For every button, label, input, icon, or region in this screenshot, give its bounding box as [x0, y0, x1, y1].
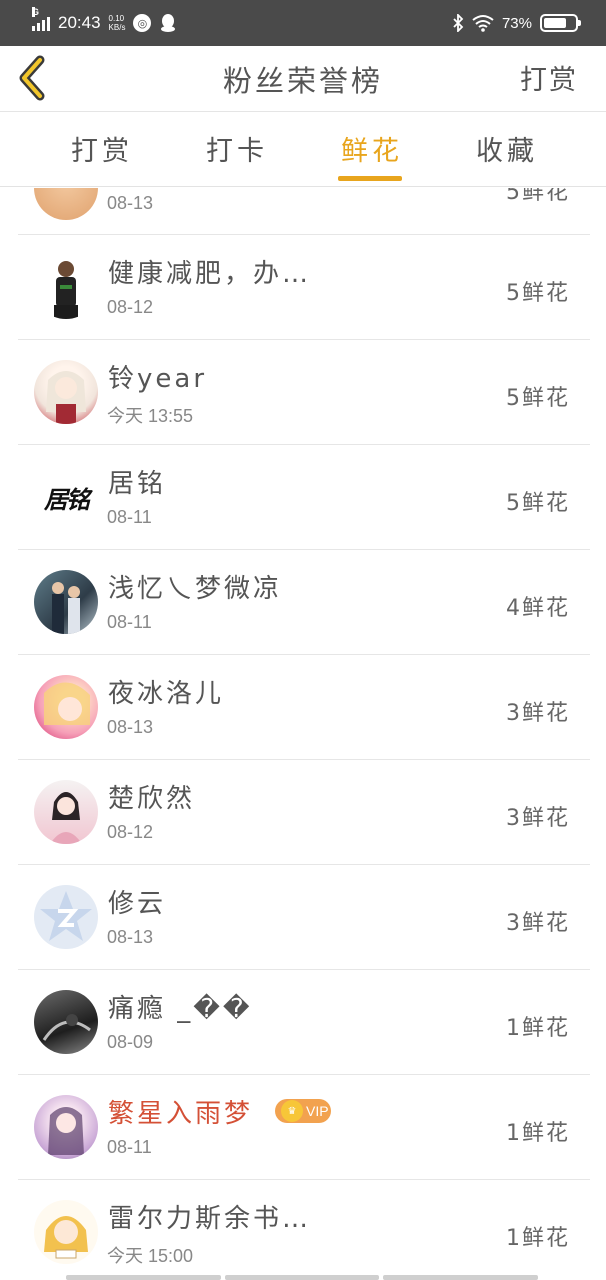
item-date: 08-13	[107, 193, 154, 213]
avatar	[34, 780, 98, 844]
list-item[interactable]: 楚欣然 08-12 3鲜花	[18, 760, 590, 865]
list-item[interactable]: 繁星入雨梦 ♛ VIP 08-11 1鲜花	[18, 1075, 590, 1180]
tab-checkin[interactable]: 打卡	[187, 129, 287, 168]
flower-count: 3鲜花	[506, 806, 570, 831]
clock: 20:43	[58, 13, 101, 32]
default-avatar-icon	[40, 891, 92, 941]
item-date: 今天 13:55	[107, 406, 194, 426]
avatar: 居铭	[34, 465, 98, 529]
item-date: 08-11	[107, 1137, 152, 1157]
flower-count: 4鲜花	[506, 596, 570, 621]
app-notification-icon: ◎	[133, 14, 152, 32]
list-item[interactable]: 铃year 今天 13:55 5鲜花	[18, 340, 590, 445]
item-date: 08-11	[107, 507, 152, 527]
flower-count: 1鲜花	[506, 1016, 570, 1041]
avatar	[34, 885, 98, 949]
avatar	[34, 1095, 98, 1159]
status-bar: G 20:43 0.10 KB/s ◎ 73%	[0, 0, 606, 46]
crown-icon: ♛	[281, 1100, 303, 1122]
avatar	[34, 570, 98, 634]
battery-percent: 73%	[501, 14, 532, 32]
avatar	[34, 1200, 98, 1264]
list-item[interactable]: 痛瘾 _�� 08-09 1鲜花	[18, 970, 590, 1075]
avatar	[34, 360, 98, 424]
list-item[interactable]: 雷尔力斯余书… 今天 15:00 1鲜花	[18, 1180, 590, 1280]
user-name: 夜冰洛儿	[108, 679, 225, 709]
list-item[interactable]: 健康减肥，办… 08-12 5鲜花	[18, 235, 590, 340]
tab-favorites[interactable]: 收藏	[457, 129, 557, 168]
item-date: 08-13	[107, 717, 154, 737]
signal-icon: G	[32, 7, 50, 31]
tab-reward[interactable]: 打赏	[52, 129, 152, 168]
flower-count: 1鲜花	[506, 1121, 570, 1146]
network-type: G	[32, 7, 40, 17]
page-title: 粉丝荣誉榜	[222, 64, 383, 98]
user-name: 楚欣然	[108, 784, 196, 814]
list-item[interactable]: 08-13 5鲜花	[18, 188, 590, 235]
item-date: 08-12	[107, 297, 154, 317]
user-name: 痛瘾 _��	[108, 994, 253, 1024]
user-name: 雷尔力斯余书…	[108, 1204, 312, 1234]
item-date: 08-13	[107, 927, 154, 947]
user-name: 修云	[108, 889, 167, 919]
flower-count: 5鲜花	[506, 491, 570, 516]
qq-icon	[161, 14, 176, 32]
flower-count: 5鲜花	[506, 188, 570, 205]
user-name: 铃year	[108, 364, 208, 394]
fan-ranking-list[interactable]: 08-13 5鲜花 健康减肥，办… 08-12 5鲜花 铃year 今天 13:…	[18, 188, 590, 1280]
list-item[interactable]: 居铭 居铭 08-11 5鲜花	[18, 445, 590, 550]
wifi-icon	[472, 15, 494, 32]
flower-count: 3鲜花	[506, 701, 570, 726]
flower-count: 5鲜花	[506, 386, 570, 411]
tab-bar: 打赏 打卡 鲜花 收藏	[0, 113, 606, 187]
avatar	[34, 990, 98, 1054]
header: 粉丝荣誉榜 打赏	[0, 46, 606, 112]
item-date: 今天 15:00	[107, 1246, 194, 1266]
user-name: 健康减肥，办…	[108, 259, 312, 289]
item-date: 08-12	[107, 822, 154, 842]
avatar	[34, 675, 98, 739]
user-name: 繁星入雨梦	[108, 1099, 254, 1129]
avatar	[34, 255, 98, 319]
battery-icon	[540, 14, 581, 32]
flower-count: 1鲜花	[506, 1226, 570, 1251]
flower-count: 5鲜花	[506, 281, 570, 306]
list-item[interactable]: 浅忆乀梦微凉 08-11 4鲜花	[18, 550, 590, 655]
vip-badge: ♛ VIP	[275, 1099, 331, 1123]
active-tab-indicator	[338, 176, 402, 181]
bluetooth-icon	[453, 14, 464, 32]
network-speed: 0.10 KB/s	[108, 14, 126, 32]
bottom-handle-bar	[66, 1275, 539, 1280]
item-date: 08-09	[107, 1032, 154, 1052]
list-item[interactable]: 夜冰洛儿 08-13 3鲜花	[18, 655, 590, 760]
item-date: 08-11	[107, 612, 152, 632]
flower-count: 3鲜花	[506, 911, 570, 936]
user-name: 浅忆乀梦微凉	[108, 574, 283, 604]
chevron-left-icon	[19, 55, 45, 101]
list-item[interactable]: 修云 08-13 3鲜花	[18, 865, 590, 970]
back-button[interactable]	[14, 54, 50, 102]
tab-flowers[interactable]: 鲜花	[322, 129, 422, 168]
avatar	[34, 188, 98, 220]
user-name: 居铭	[108, 469, 167, 499]
reward-button[interactable]: 打赏	[520, 58, 578, 97]
